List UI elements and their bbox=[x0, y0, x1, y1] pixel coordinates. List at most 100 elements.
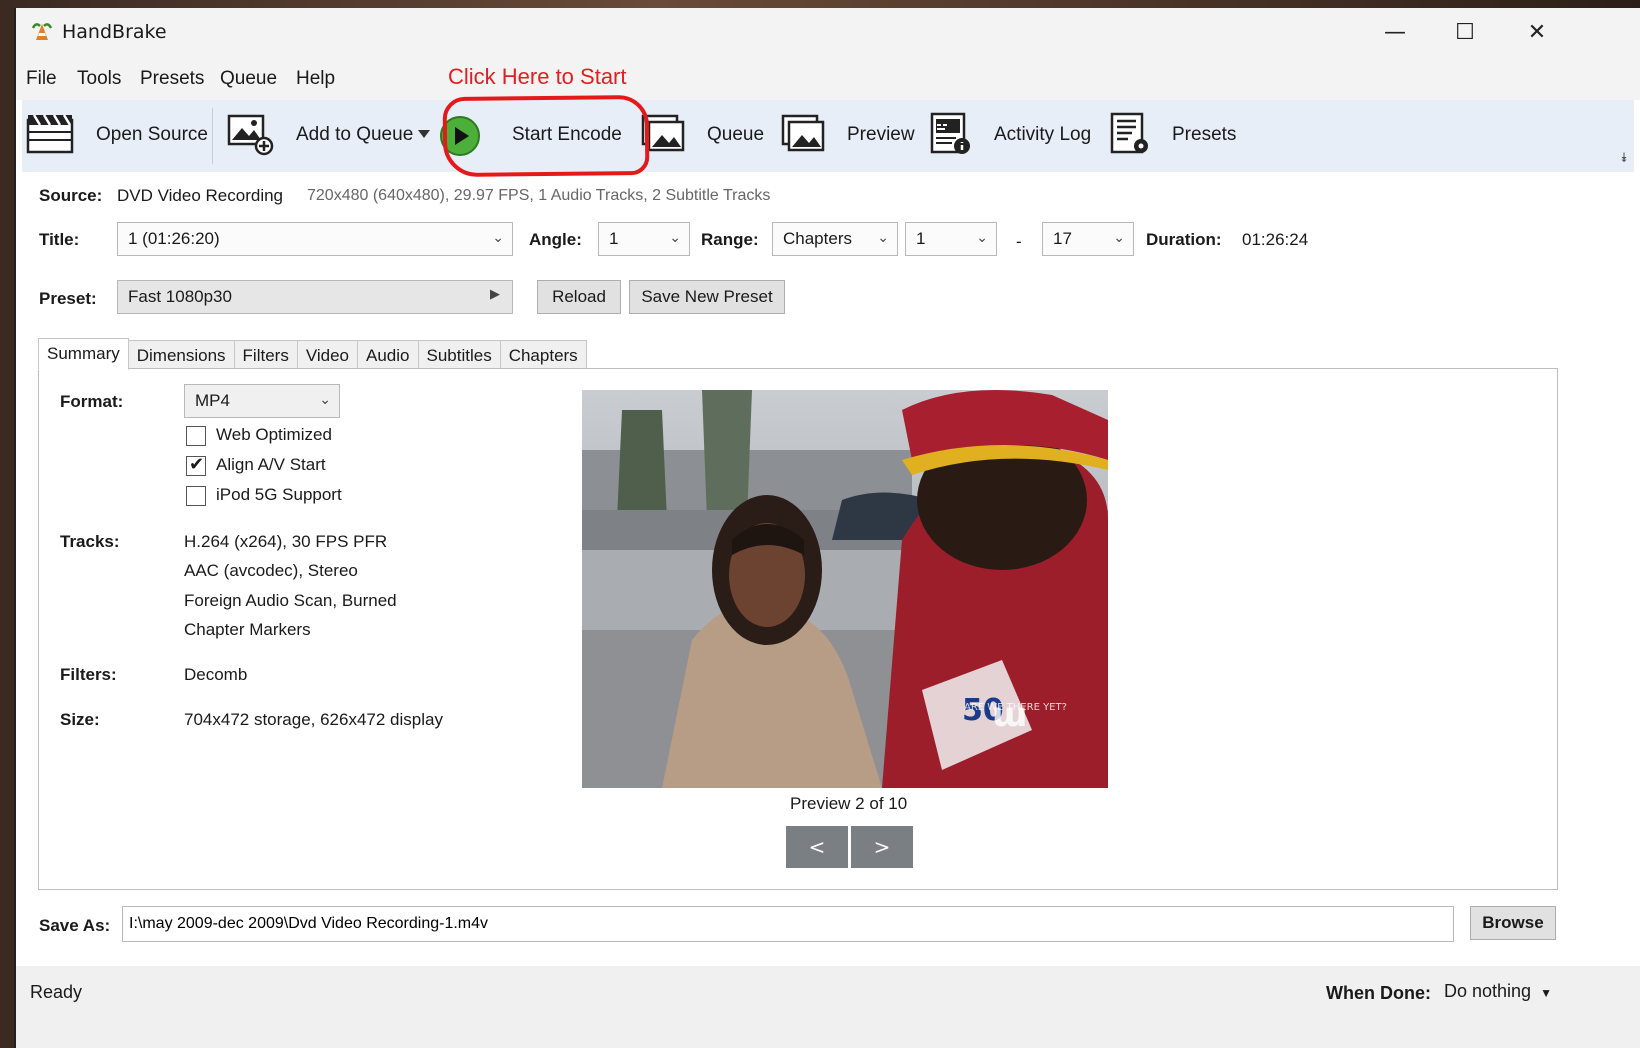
range-type-dropdown[interactable]: Chapters ⌄ bbox=[772, 222, 898, 256]
format-dropdown[interactable]: MP4 ⌄ bbox=[184, 384, 340, 418]
chevron-down-icon: ⌄ bbox=[976, 229, 988, 245]
tracks-label: Tracks: bbox=[60, 532, 120, 551]
range-label: Range: bbox=[701, 230, 759, 249]
angle-dropdown[interactable]: 1 ⌄ bbox=[598, 222, 690, 256]
when-done-value: Do nothing bbox=[1444, 981, 1532, 1001]
when-done-label: When Done: bbox=[1326, 983, 1431, 1003]
tab-dimensions[interactable]: Dimensions bbox=[127, 340, 235, 370]
source-name: DVD Video Recording bbox=[117, 186, 283, 205]
toolbar-overflow-icon[interactable]: ⯯ bbox=[1620, 150, 1628, 166]
play-icon bbox=[440, 116, 480, 156]
menu-bar: File Tools Presets Queue Help Click Here… bbox=[16, 56, 1640, 100]
track-item: Chapter Markers bbox=[184, 620, 311, 639]
status-text: Ready bbox=[30, 982, 83, 1002]
source-label: Source: bbox=[39, 186, 103, 205]
chevron-down-icon[interactable] bbox=[418, 130, 430, 138]
maximize-button[interactable]: ☐ bbox=[1438, 14, 1492, 50]
preview-images-icon bbox=[781, 114, 825, 152]
tab-filters[interactable]: Filters bbox=[233, 340, 298, 370]
menu-queue[interactable]: Queue bbox=[220, 68, 277, 90]
minimize-button[interactable]: — bbox=[1368, 14, 1422, 50]
ipod-5g-support-checkbox[interactable] bbox=[186, 486, 206, 506]
title-bar: HandBrake — ☐ ✕ bbox=[16, 8, 1640, 56]
handbrake-logo-icon bbox=[31, 23, 53, 40]
presets-label: Presets bbox=[1172, 124, 1237, 145]
chevron-down-icon: ⌄ bbox=[492, 229, 504, 245]
start-encode-label: Start Encode bbox=[512, 124, 622, 145]
duration-value: 01:26:24 bbox=[1242, 230, 1309, 249]
align-av-start-checkbox[interactable]: ✔ bbox=[186, 454, 206, 476]
angle-value: 1 bbox=[609, 229, 619, 248]
title-value: 1 (01:26:20) bbox=[128, 229, 220, 248]
browse-button[interactable]: Browse bbox=[1470, 906, 1556, 940]
when-done-dropdown[interactable]: Do nothing ▼ bbox=[1444, 981, 1552, 1002]
web-optimized-label: Web Optimized bbox=[216, 425, 332, 444]
preset-value: Fast 1080p30 bbox=[128, 287, 232, 306]
filters-value: Decomb bbox=[184, 665, 248, 684]
tab-video[interactable]: Video bbox=[296, 340, 359, 370]
tab-summary[interactable]: Summary bbox=[38, 338, 129, 370]
range-start-dropdown[interactable]: 1 ⌄ bbox=[905, 222, 997, 256]
chevron-down-icon: ⌄ bbox=[1113, 229, 1125, 245]
svg-text:ɯ: ɯ bbox=[992, 695, 1027, 735]
reload-button[interactable]: Reload bbox=[537, 280, 621, 314]
duration-label: Duration: bbox=[1146, 230, 1222, 249]
checkmark-icon: ✔ bbox=[189, 454, 205, 475]
annotation-text: Click Here to Start bbox=[448, 64, 627, 89]
queue-label: Queue bbox=[707, 124, 765, 145]
preview-caption: Preview 2 of 10 bbox=[790, 794, 908, 813]
handbrake-window: HandBrake — ☐ ✕ File Tools Presets Queue… bbox=[14, 8, 1640, 1048]
preview-label: Preview bbox=[847, 124, 915, 145]
queue-images-icon bbox=[641, 114, 685, 152]
tab-chapters[interactable]: Chapters bbox=[499, 340, 587, 370]
close-button[interactable]: ✕ bbox=[1510, 14, 1564, 50]
video-frame-image: 50 ɯ ARE WE THERE YET? bbox=[582, 390, 1108, 788]
next-preview-button[interactable]: > bbox=[851, 826, 913, 868]
chevron-down-icon: ⌄ bbox=[319, 391, 331, 407]
ipod-5g-support-label: iPod 5G Support bbox=[216, 485, 342, 504]
menu-presets[interactable]: Presets bbox=[140, 68, 204, 90]
activity-log-label: Activity Log bbox=[994, 124, 1092, 145]
open-source-label: Open Source bbox=[96, 124, 208, 145]
tab-subtitles[interactable]: Subtitles bbox=[417, 340, 501, 370]
title-label: Title: bbox=[39, 230, 80, 249]
menu-tools[interactable]: Tools bbox=[77, 68, 121, 90]
format-label: Format: bbox=[60, 392, 124, 411]
presets-gear-icon bbox=[1110, 112, 1148, 154]
source-info: 720x480 (640x480), 29.97 FPS, 1 Audio Tr… bbox=[307, 187, 771, 204]
save-as-label: Save As: bbox=[39, 916, 111, 935]
filters-label: Filters: bbox=[60, 665, 117, 684]
chevron-down-icon: ⌄ bbox=[669, 229, 681, 245]
window-title: HandBrake bbox=[62, 21, 167, 43]
menu-help[interactable]: Help bbox=[296, 68, 335, 90]
track-item: AAC (avcodec), Stereo bbox=[184, 561, 358, 580]
title-dropdown[interactable]: 1 (01:26:20) ⌄ bbox=[117, 222, 513, 256]
toolbar: Open Source Add to Queue Start Encode Qu… bbox=[22, 100, 1634, 172]
save-new-preset-button[interactable]: Save New Preset bbox=[629, 280, 785, 314]
preset-label: Preset: bbox=[39, 289, 97, 308]
activity-log-icon bbox=[930, 112, 970, 154]
status-bar: Ready When Done: Do nothing ▼ bbox=[16, 966, 1640, 1048]
range-start-value: 1 bbox=[916, 229, 926, 248]
tab-audio[interactable]: Audio bbox=[357, 340, 419, 370]
format-value: MP4 bbox=[195, 391, 230, 410]
web-optimized-checkbox[interactable] bbox=[186, 426, 206, 446]
range-end-value: 17 bbox=[1053, 229, 1072, 248]
range-separator: - bbox=[1016, 232, 1022, 251]
align-av-start-label: Align A/V Start bbox=[216, 455, 326, 474]
size-value: 704x472 storage, 626x472 display bbox=[184, 710, 443, 729]
menu-file[interactable]: File bbox=[26, 68, 57, 90]
size-label: Size: bbox=[60, 710, 100, 729]
previous-preview-button[interactable]: < bbox=[786, 826, 848, 868]
settings-tabs: Summary Dimensions Filters Video Audio S… bbox=[38, 338, 587, 370]
add-to-queue-label: Add to Queue bbox=[296, 124, 414, 145]
video-watermark: ARE WE THERE YET? bbox=[964, 702, 1067, 713]
range-end-dropdown[interactable]: 17 ⌄ bbox=[1042, 222, 1134, 256]
chevron-down-icon: ⌄ bbox=[877, 229, 889, 245]
clapperboard-icon bbox=[26, 114, 74, 154]
chevron-right-icon: ▶ bbox=[490, 286, 500, 301]
track-item: H.264 (x264), 30 FPS PFR bbox=[184, 532, 388, 551]
preset-selector[interactable]: Fast 1080p30 ▶ bbox=[117, 280, 513, 314]
save-as-path-input[interactable] bbox=[122, 906, 1454, 942]
toolbar-divider bbox=[212, 108, 213, 164]
